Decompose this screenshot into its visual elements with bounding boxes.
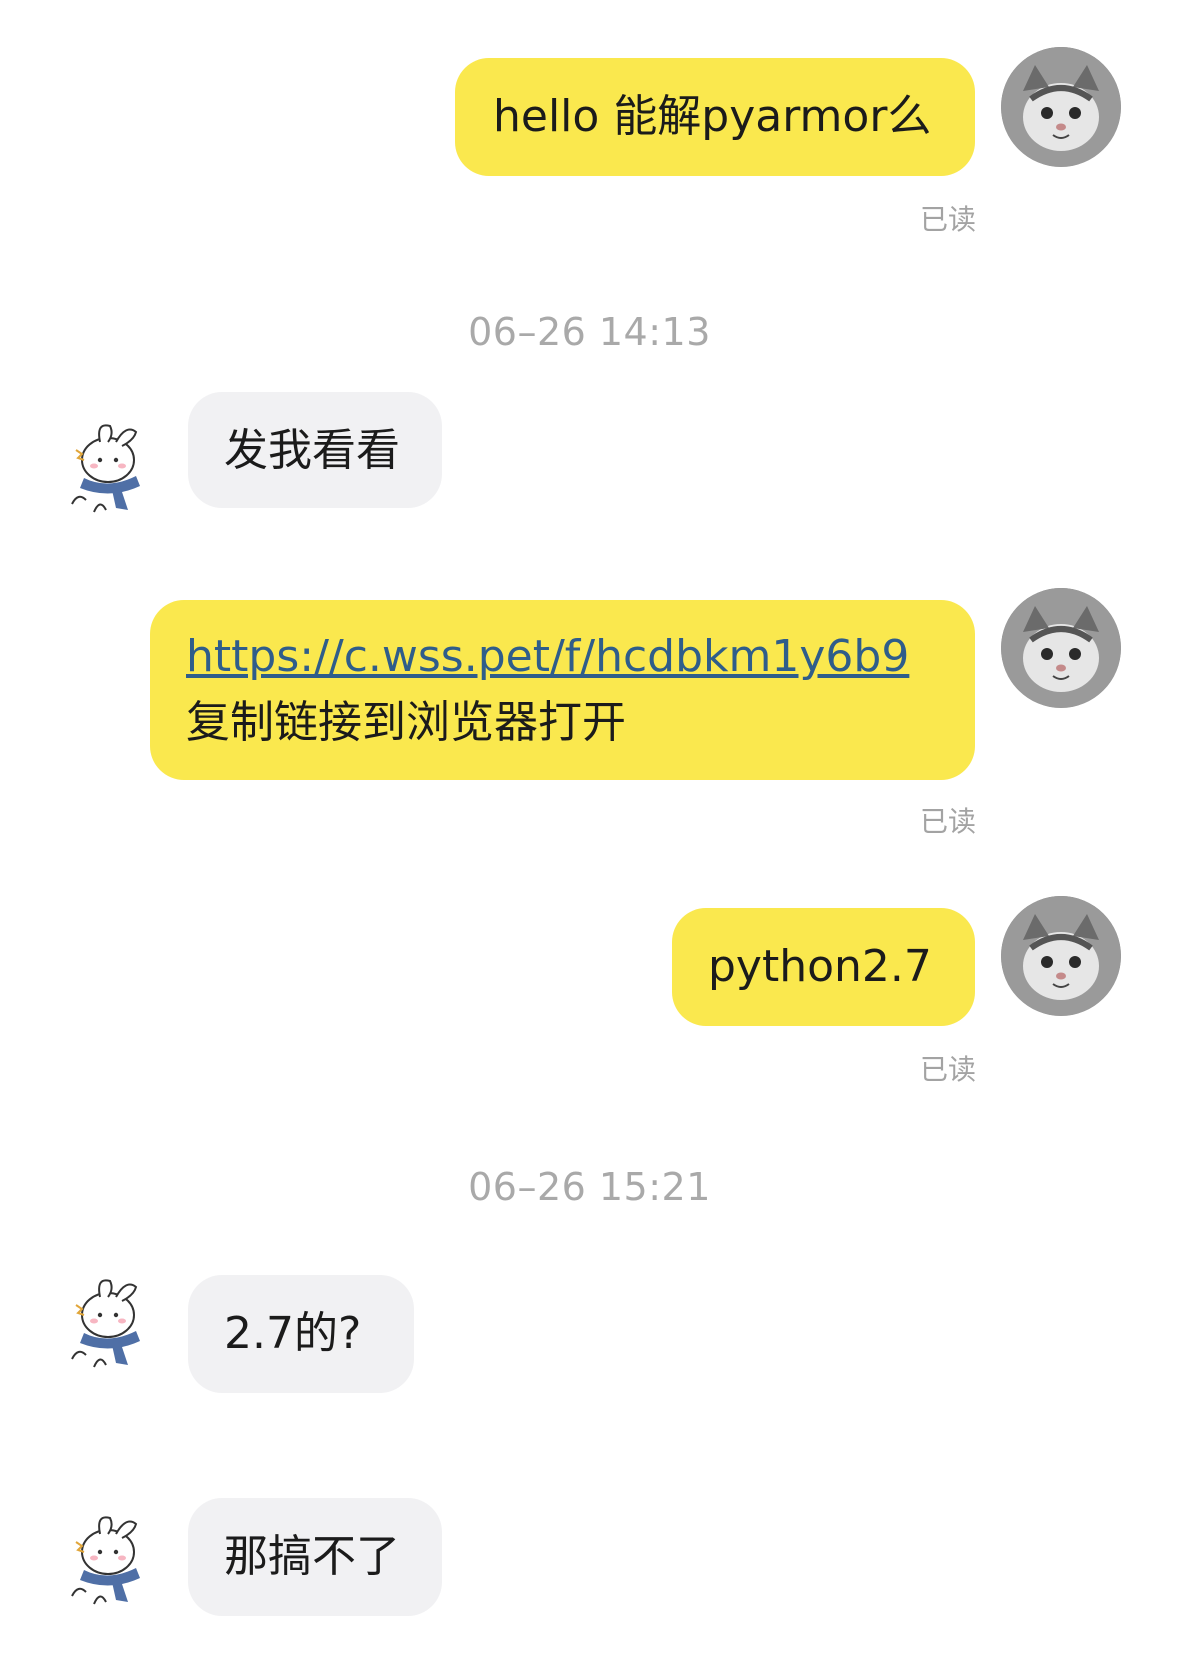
message-text: 复制链接到浏览器打开 [186, 697, 626, 748]
cat-avatar-image [1001, 588, 1121, 708]
cat-avatar-image [1001, 47, 1121, 167]
message-text: python2.7 [708, 941, 932, 992]
bunny-avatar-image [71, 1516, 140, 1605]
cat-avatar-image [1001, 896, 1121, 1016]
message-text: 那搞不了 [224, 1531, 400, 1582]
message-text: 发我看看 [224, 425, 400, 476]
bunny-avatar[interactable] [56, 1512, 156, 1612]
incoming-message-bubble[interactable]: 发我看看 [188, 392, 442, 508]
bunny-avatar-image [71, 424, 140, 513]
bunny-avatar[interactable] [56, 1275, 156, 1375]
timestamp: 06–26 15:21 [468, 1165, 711, 1209]
read-receipt: 已读 [919, 1053, 976, 1086]
cat-avatar[interactable] [1001, 896, 1121, 1016]
bunny-avatar[interactable] [56, 420, 156, 520]
timestamp: 06–26 14:13 [468, 310, 711, 354]
bunny-avatar-image [71, 1279, 140, 1368]
incoming-message-bubble[interactable]: 那搞不了 [188, 1498, 442, 1616]
cat-avatar[interactable] [1001, 47, 1121, 167]
outgoing-message-bubble[interactable]: python2.7 [672, 908, 975, 1026]
cat-avatar[interactable] [1001, 588, 1121, 708]
message-link[interactable]: https://c.wss.pet/f/hcdbkm1y6b9 [186, 624, 939, 690]
outgoing-message-bubble[interactable]: https://c.wss.pet/f/hcdbkm1y6b9 复制链接到浏览器… [150, 600, 975, 780]
message-text: 2.7的? [224, 1308, 362, 1359]
incoming-message-bubble[interactable]: 2.7的? [188, 1275, 414, 1393]
outgoing-message-bubble[interactable]: hello 能解pyarmor么 [455, 58, 975, 176]
read-receipt: 已读 [919, 805, 976, 838]
read-receipt: 已读 [919, 203, 976, 236]
message-text: hello 能解pyarmor么 [493, 91, 932, 142]
